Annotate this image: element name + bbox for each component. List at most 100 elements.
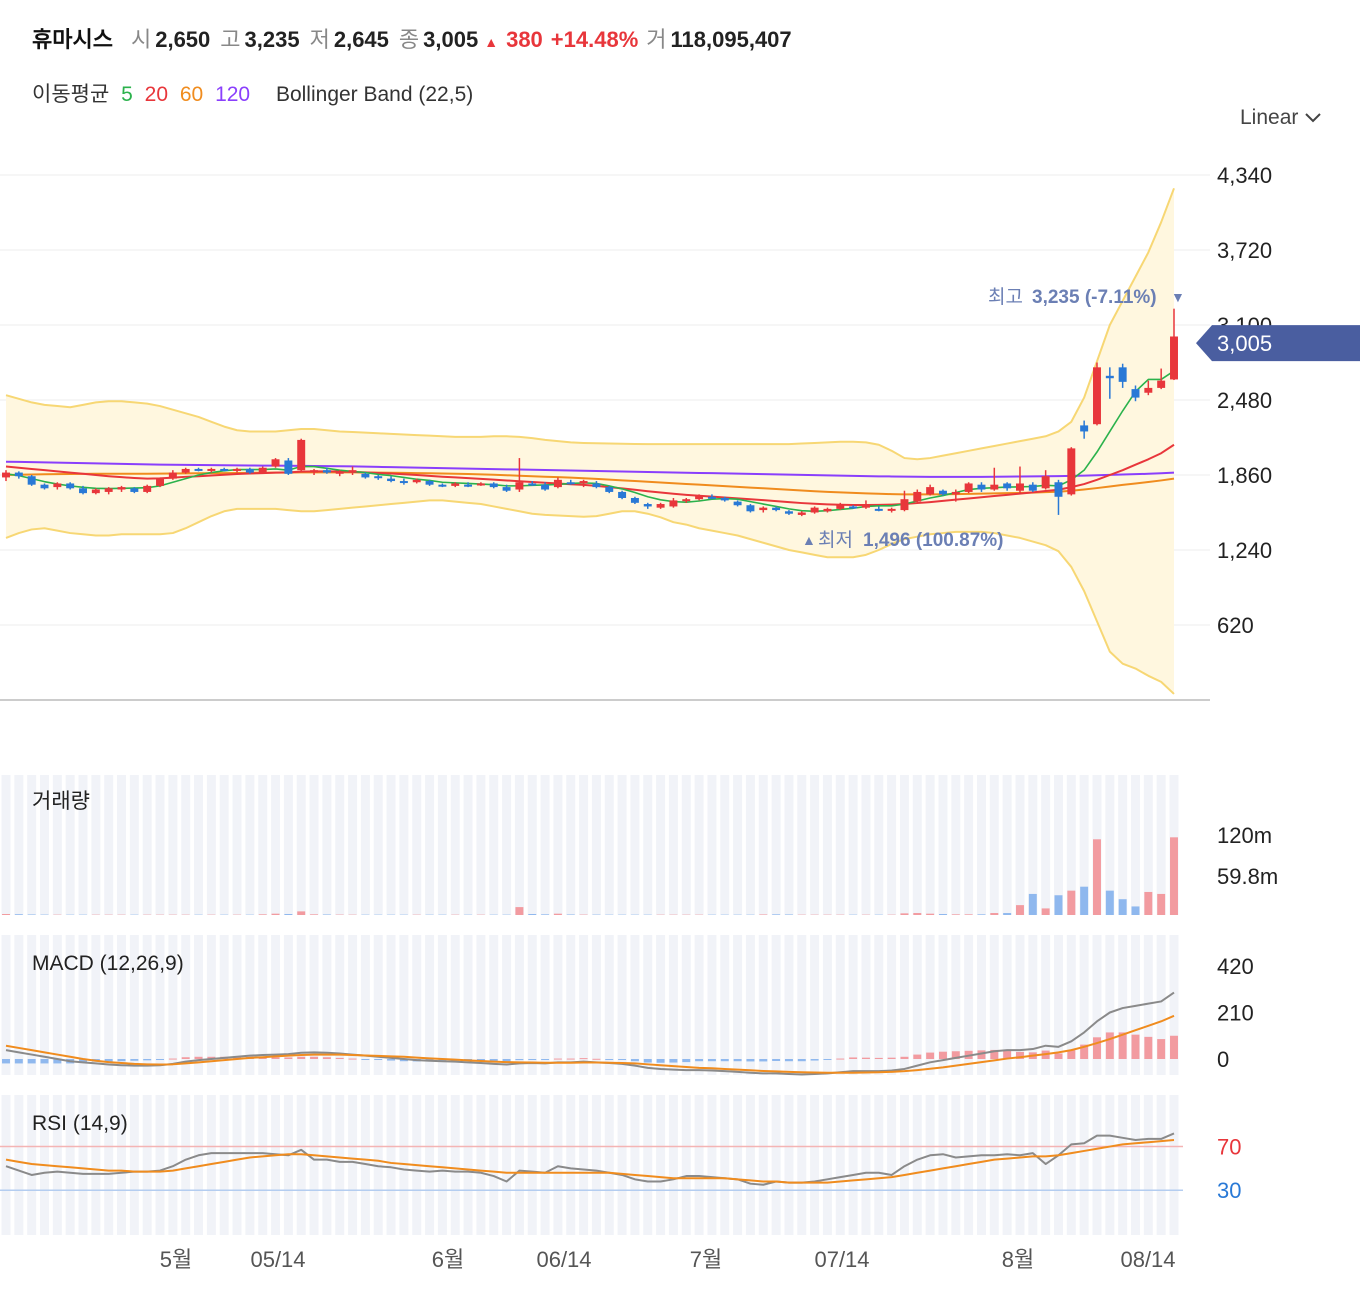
rsi-panel-title: RSI (14,9) — [32, 1112, 128, 1135]
candle-body — [79, 488, 87, 494]
volume-panel-stripe — [899, 775, 909, 915]
volume-panel-stripe — [14, 775, 24, 915]
rsi-panel-stripe — [258, 1095, 268, 1235]
x-tick-label: 05/14 — [250, 1247, 305, 1272]
rsi-panel-stripe — [694, 1095, 704, 1235]
volume-panel-stripe — [91, 775, 101, 915]
volume-bar — [1105, 890, 1114, 915]
candle-body — [117, 487, 126, 490]
candle-body — [733, 501, 742, 506]
macd-panel-stripe — [527, 935, 537, 1075]
volume-panel-stripe — [450, 775, 460, 915]
volume-panel-stripe — [476, 775, 486, 915]
candle-body — [476, 483, 485, 486]
macd-panel-stripe — [771, 935, 781, 1075]
rsi-panel-stripe — [232, 1095, 242, 1235]
price-tick-label: 3,720 — [1217, 238, 1272, 263]
candle-body — [1003, 483, 1012, 489]
volume-panel-stripe — [322, 775, 332, 915]
volume-panel-stripe — [681, 775, 691, 915]
low-annotation-label: 최저 — [818, 529, 853, 551]
rsi-tick-label: 30 — [1217, 1178, 1241, 1203]
macd-histogram-bar — [297, 1056, 306, 1059]
candle-body — [412, 479, 421, 483]
rsi-panel-stripe — [925, 1095, 935, 1235]
volume-panel-stripe — [360, 775, 370, 915]
volume-panel-stripe — [822, 775, 832, 915]
volume-panel-title: 거래량 — [32, 790, 90, 813]
rsi-panel-stripe — [887, 1095, 897, 1235]
macd-panel-stripe — [514, 935, 524, 1075]
volume-panel-stripe — [527, 775, 537, 915]
macd-histogram-bar — [361, 1059, 370, 1060]
volume-panel-stripe — [309, 775, 319, 915]
volume-panel-stripe — [168, 775, 178, 915]
macd-panel-stripe — [887, 935, 897, 1075]
macd-tick-label: 210 — [1217, 1001, 1254, 1026]
macd-histogram-bar — [695, 1059, 704, 1062]
volume-panel-stripe — [925, 775, 935, 915]
volume-bar — [27, 914, 36, 915]
price-tick-label: 1,860 — [1217, 463, 1272, 488]
volume-panel-stripe — [707, 775, 717, 915]
candle-body — [1105, 375, 1114, 379]
rsi-panel-stripe — [733, 1095, 743, 1235]
macd-panel-stripe — [822, 935, 832, 1075]
macd-histogram-bar — [1144, 1036, 1153, 1059]
macd-panel-title: MACD (12,26,9) — [32, 952, 184, 975]
volume-bar — [938, 914, 947, 915]
volume-panel-stripe — [502, 775, 512, 915]
volume-bar — [1170, 837, 1178, 915]
volume-panel-stripe — [194, 775, 204, 915]
volume-panel-stripe — [887, 775, 897, 915]
macd-histogram-bar — [553, 1058, 562, 1060]
volume-bar — [14, 914, 23, 915]
candle-body — [605, 487, 614, 492]
rsi-panel-stripe — [912, 1095, 922, 1235]
macd-panel-stripe — [232, 935, 242, 1075]
rsi-panel-stripe — [591, 1095, 601, 1235]
macd-histogram-bar — [2, 1059, 10, 1064]
candle-body — [951, 491, 960, 495]
candle-body — [1054, 482, 1063, 497]
macd-panel-stripe — [617, 935, 627, 1075]
candle-body — [502, 487, 511, 491]
macd-histogram-bar — [938, 1051, 947, 1059]
volume-bar — [1054, 895, 1063, 915]
macd-panel-stripe — [437, 935, 447, 1075]
bollinger-band-fill — [6, 188, 1174, 694]
volume-panel-stripe — [271, 775, 281, 915]
stock-chart[interactable]: 4,3403,7203,1002,4801,8601,2406203,005최고… — [0, 0, 1360, 1300]
candle-body — [233, 468, 242, 471]
volume-panel-stripe — [1131, 775, 1140, 915]
macd-histogram-bar — [117, 1059, 126, 1062]
rsi-panel-stripe — [797, 1095, 807, 1235]
candle-body — [592, 483, 601, 488]
candle-body — [1157, 380, 1166, 388]
macd-panel-stripe — [399, 935, 409, 1075]
rsi-panel-stripe — [476, 1095, 486, 1235]
volume-panel-stripe — [938, 775, 948, 915]
volume-panel-stripe — [874, 775, 884, 915]
volume-bar — [1028, 893, 1037, 915]
macd-histogram-bar — [913, 1054, 922, 1059]
macd-panel-stripe — [14, 935, 24, 1075]
macd-histogram-bar — [1131, 1034, 1140, 1059]
rsi-panel-stripe — [938, 1095, 948, 1235]
macd-histogram-bar — [1157, 1039, 1166, 1059]
volume-panel-stripe — [771, 775, 781, 915]
rsi-panel-stripe — [1143, 1095, 1153, 1235]
macd-histogram-bar — [874, 1057, 883, 1059]
x-tick-label: 08/14 — [1120, 1247, 1175, 1272]
rsi-panel-stripe — [835, 1095, 845, 1235]
candle-body — [194, 468, 203, 471]
macd-panel-stripe — [412, 935, 422, 1075]
volume-panel-stripe — [399, 775, 409, 915]
price-tick-label: 4,340 — [1217, 163, 1272, 188]
volume-bar — [322, 914, 331, 915]
rsi-panel-stripe — [1053, 1095, 1063, 1235]
rsi-panel-stripe — [348, 1095, 358, 1235]
macd-panel-stripe — [861, 935, 871, 1075]
volume-bar — [759, 914, 768, 915]
macd-histogram-bar — [720, 1059, 729, 1062]
